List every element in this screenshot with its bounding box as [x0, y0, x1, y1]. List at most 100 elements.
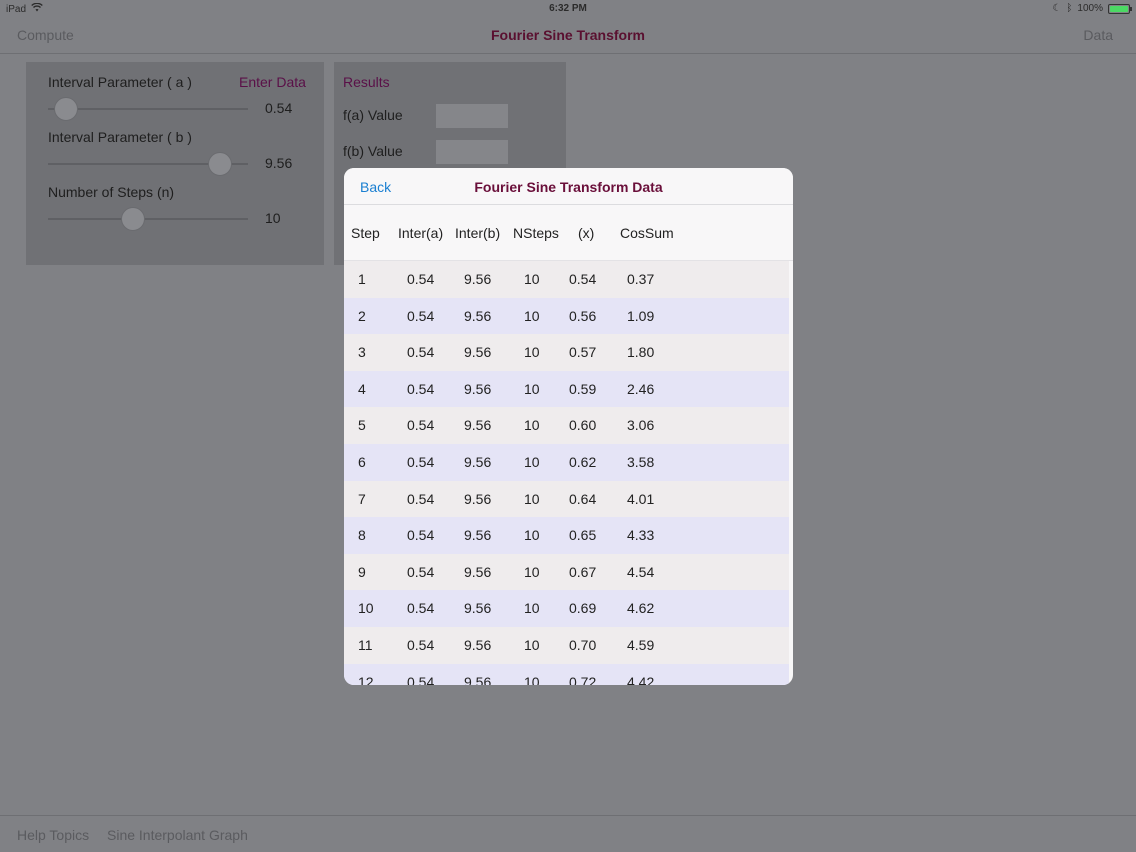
cell-nsteps: 10 [524, 454, 540, 470]
table-row[interactable]: 8 0.54 9.56 10 0.65 4.33 [344, 517, 789, 554]
cell-inter-a: 0.54 [407, 307, 435, 324]
status-bar: iPad 6:32 PM ☾ ᛒ 100% [0, 0, 1136, 18]
cell-inter-a: 0.54 [407, 563, 435, 580]
cell-inter-b: 9.56 [464, 563, 492, 580]
cell-nsteps: 10 [524, 673, 540, 685]
cell-step: 10 [358, 600, 374, 617]
cell-nsteps: 10 [524, 527, 540, 544]
cell-cossum: 4.59 [627, 637, 655, 653]
steps-slider-track[interactable] [48, 218, 248, 220]
cell-cossum: 1.09 [627, 307, 655, 324]
cell-inter-a: 0.54 [407, 271, 435, 287]
cell-inter-b: 9.56 [464, 344, 492, 361]
cell-nsteps: 10 [524, 307, 540, 324]
interval-b-slider-thumb[interactable] [208, 152, 232, 176]
cell-step: 7 [358, 490, 366, 507]
cell-inter-a: 0.54 [407, 380, 435, 397]
modal-title: Fourier Sine Transform Data [474, 179, 663, 195]
status-right: ☾ ᛒ 100% [1052, 3, 1132, 14]
table-row[interactable]: 7 0.54 9.56 10 0.64 4.01 [344, 480, 789, 518]
table-row[interactable]: 12 0.54 9.56 10 0.72 4.42 [344, 663, 789, 685]
table-row[interactable]: 11 0.54 9.56 10 0.70 4.59 [344, 627, 789, 664]
cell-inter-b: 9.56 [464, 490, 492, 507]
modal-header: Back Fourier Sine Transform Data [344, 168, 793, 205]
cell-inter-b: 9.56 [464, 307, 492, 324]
fb-value-field [436, 140, 508, 164]
cell-inter-b: 9.56 [464, 454, 492, 470]
cell-cossum: 4.42 [627, 673, 655, 685]
interval-b-value: 9.56 [265, 155, 293, 171]
cell-x: 0.59 [569, 380, 597, 397]
cell-cossum: 0.37 [627, 271, 655, 287]
cell-inter-a: 0.54 [407, 600, 435, 617]
cell-x: 0.72 [569, 673, 597, 685]
cell-step: 2 [358, 307, 366, 324]
column-header-nsteps: NSteps [513, 225, 559, 241]
cell-nsteps: 10 [524, 490, 540, 507]
cell-cossum: 3.58 [627, 454, 655, 470]
table-row[interactable]: 1 0.54 9.56 10 0.54 0.37 [344, 261, 789, 298]
cell-nsteps: 10 [524, 271, 540, 287]
navigation-bar: Compute Fourier Sine Transform Data [0, 18, 1136, 54]
cell-step: 8 [358, 527, 366, 544]
data-button[interactable]: Data [1083, 27, 1113, 43]
enter-data-button[interactable]: Enter Data [239, 74, 306, 90]
cell-inter-a: 0.54 [407, 490, 435, 507]
status-time: 6:32 PM [549, 3, 587, 14]
cell-nsteps: 10 [524, 563, 540, 580]
cell-x: 0.65 [569, 527, 597, 544]
page-title: Fourier Sine Transform [490, 27, 646, 43]
sine-interpolant-graph-button[interactable]: Sine Interpolant Graph [107, 827, 248, 843]
cell-step: 11 [358, 637, 373, 653]
cell-inter-b: 9.56 [464, 527, 492, 544]
table-row[interactable]: 2 0.54 9.56 10 0.56 1.09 [344, 297, 789, 335]
interval-a-value: 0.54 [265, 100, 293, 116]
steps-slider-thumb[interactable] [121, 207, 145, 231]
cell-step: 6 [358, 454, 366, 470]
bottom-toolbar: Help Topics Sine Interpolant Graph [0, 815, 1136, 852]
interval-a-label: Interval Parameter ( a ) [48, 74, 192, 90]
help-topics-button[interactable]: Help Topics [17, 827, 89, 843]
cell-x: 0.56 [569, 307, 597, 324]
column-header-x: (x) [578, 225, 595, 241]
table-header: Step Inter(a) Inter(b) NSteps (x) CosSum [344, 206, 793, 261]
cell-inter-b: 9.56 [464, 417, 492, 434]
table-row[interactable]: 5 0.54 9.56 10 0.60 3.06 [344, 407, 789, 444]
cell-inter-a: 0.54 [407, 344, 435, 361]
cell-cossum: 4.33 [627, 527, 655, 544]
cell-cossum: 4.54 [627, 563, 655, 580]
cell-step: 5 [358, 417, 366, 434]
moon-icon: ☾ [1052, 3, 1062, 14]
results-title: Results [343, 74, 390, 90]
column-header-step: Step [351, 225, 380, 241]
cell-inter-b: 9.56 [464, 637, 492, 653]
cell-inter-b: 9.56 [464, 380, 492, 397]
bluetooth-icon: ᛒ [1066, 3, 1073, 14]
cell-step: 9 [358, 563, 366, 580]
cell-x: 0.54 [569, 271, 597, 287]
data-modal: Back Fourier Sine Transform Data Step In… [344, 168, 793, 685]
cell-step: 1 [358, 271, 366, 287]
interval-a-slider-thumb[interactable] [54, 97, 78, 121]
parameters-panel: Interval Parameter ( a ) Enter Data 0.54… [26, 62, 324, 265]
fb-value-label: f(b) Value [343, 143, 403, 159]
column-header-inter-b: Inter(b) [455, 225, 501, 241]
table-row[interactable]: 3 0.54 9.56 10 0.57 1.80 [344, 334, 789, 371]
cell-nsteps: 10 [524, 344, 540, 361]
cell-x: 0.60 [569, 417, 597, 434]
fa-value-field [436, 104, 508, 128]
table-row[interactable]: 4 0.54 9.56 10 0.59 2.46 [344, 370, 789, 408]
steps-label: Number of Steps (n) [48, 184, 175, 200]
table-row[interactable]: 10 0.54 9.56 10 0.69 4.62 [344, 590, 789, 627]
cell-inter-a: 0.54 [407, 637, 435, 653]
fa-value-label: f(a) Value [343, 107, 403, 123]
cell-x: 0.67 [569, 563, 597, 580]
cell-x: 0.57 [569, 344, 597, 361]
table-row[interactable]: 6 0.54 9.56 10 0.62 3.58 [344, 444, 789, 481]
cell-inter-b: 9.56 [464, 271, 492, 287]
cell-cossum: 2.46 [627, 380, 655, 397]
cell-step: 12 [358, 673, 374, 685]
table-row[interactable]: 9 0.54 9.56 10 0.67 4.54 [344, 553, 789, 591]
cell-nsteps: 10 [524, 417, 540, 434]
interval-a-slider-track[interactable] [48, 108, 248, 110]
